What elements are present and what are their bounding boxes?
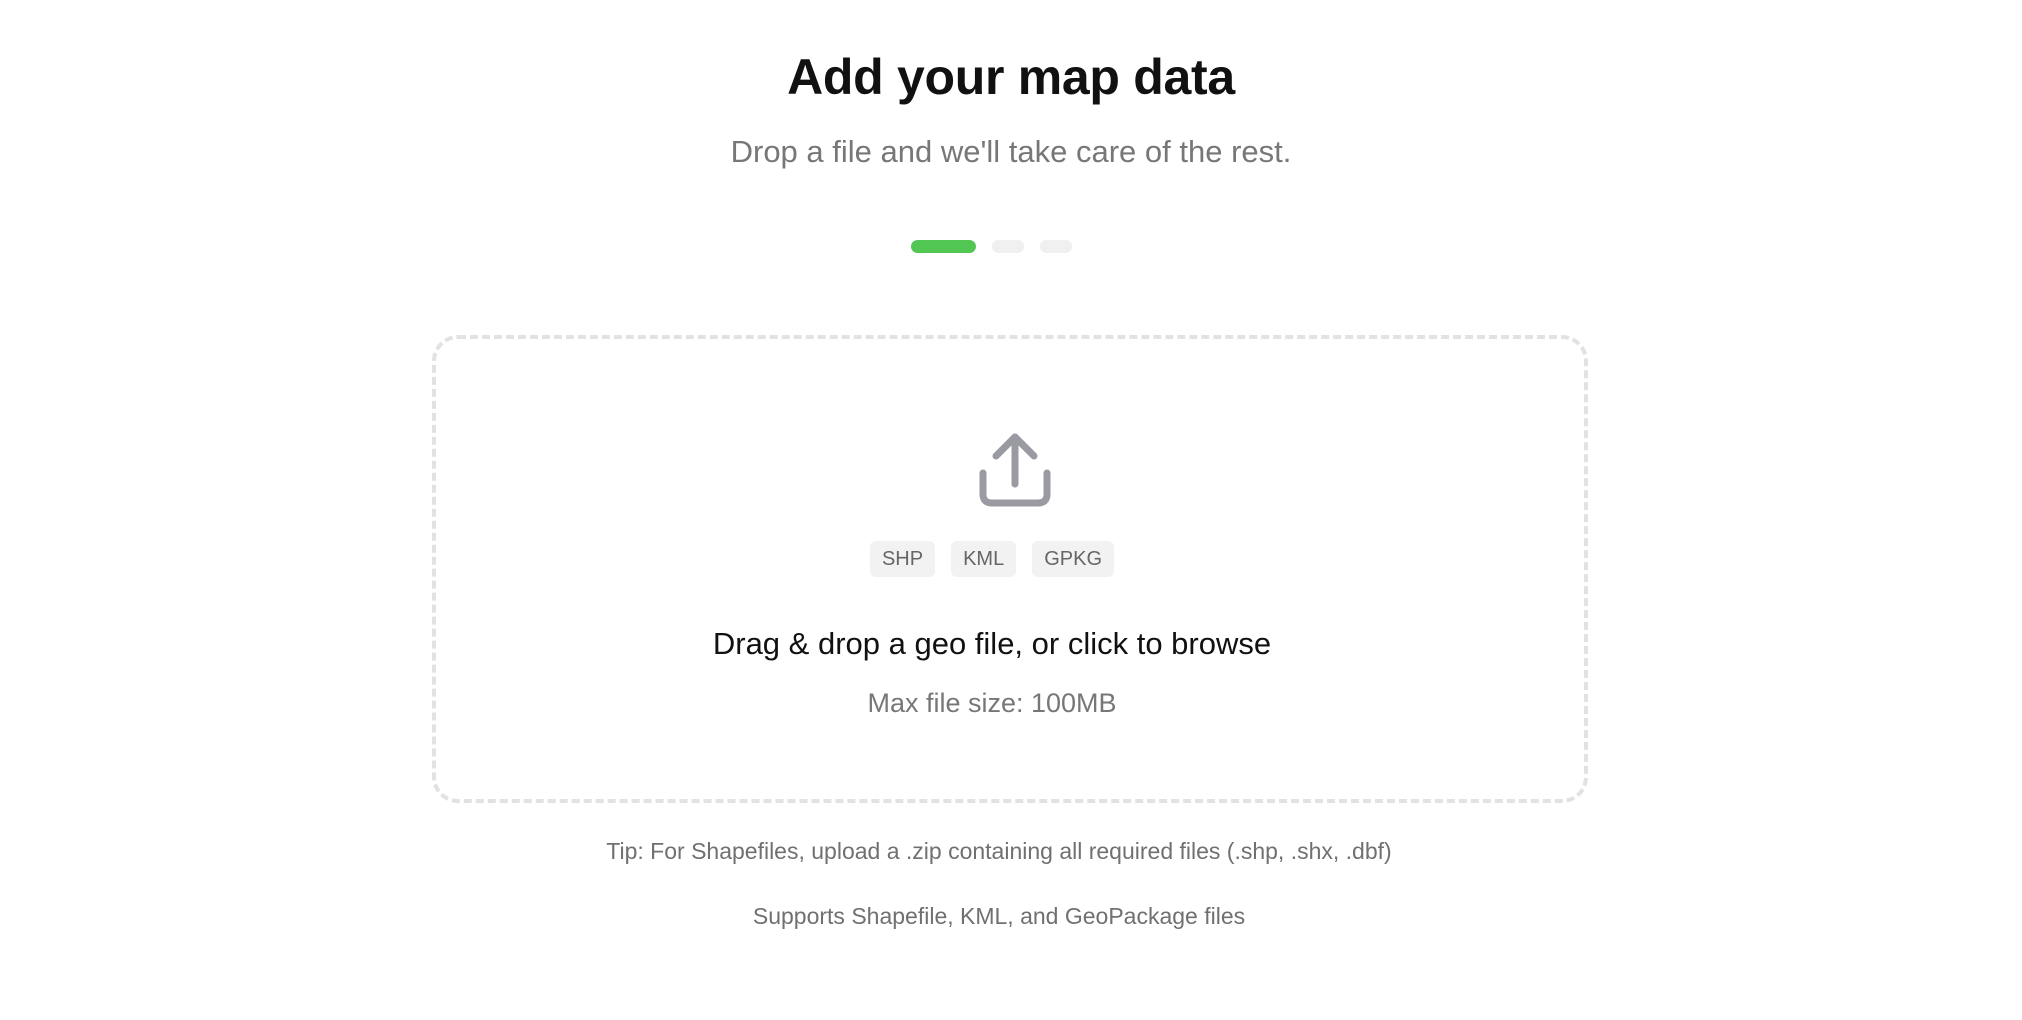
format-chips: SHP KML GPKG [418, 541, 1566, 577]
page-title: Add your map data [787, 49, 1235, 105]
step-indicator-2 [991, 240, 1024, 253]
step-indicator-3 [1039, 240, 1072, 253]
format-chip-kml: KML [951, 541, 1017, 577]
max-file-size: Max file size: 100MB [867, 688, 1117, 718]
format-chip-shp: SHP [869, 541, 936, 577]
upload-page: Add your map data Drop a file and we'll … [0, 0, 2022, 1020]
shapefile-tip: Tip: For Shapefiles, upload a .zip conta… [606, 838, 1392, 864]
file-dropzone[interactable]: SHP KML GPKG Drag & drop a geo file, or … [432, 335, 1588, 803]
page-subtitle: Drop a file and we'll take care of the r… [730, 134, 1292, 169]
format-chip-gpkg: GPKG [1032, 541, 1115, 577]
dropzone-prompt: Drag & drop a geo file, or click to brow… [712, 626, 1272, 661]
upload-icon [979, 433, 1051, 507]
supported-formats-note: Supports Shapefile, KML, and GeoPackage … [752, 903, 1246, 929]
step-progress-indicator [0, 240, 2002, 254]
step-indicator-1 [910, 240, 976, 253]
